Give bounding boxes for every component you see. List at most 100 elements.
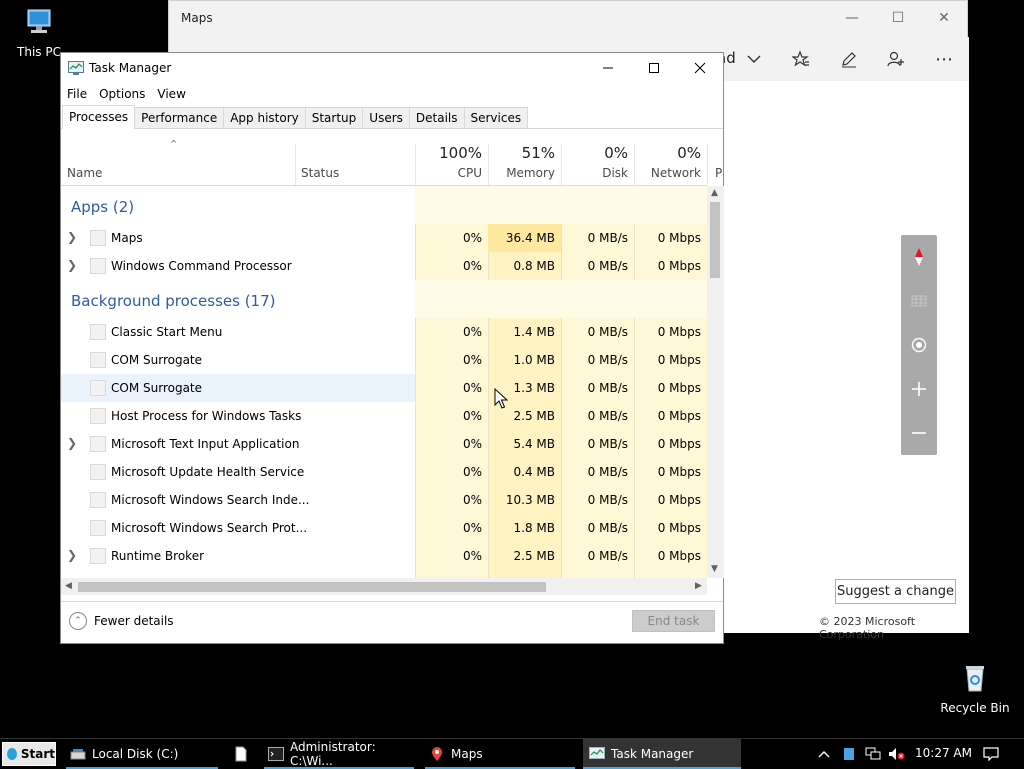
- column-partial-header[interactable]: P: [707, 144, 723, 185]
- process-row[interactable]: ❯ Microsoft Text Input Application 0% 5.4 M…: [61, 430, 707, 458]
- process-memory: 10.3 MB: [505, 493, 555, 507]
- expand-chevron-icon[interactable]: ❯: [67, 230, 77, 244]
- tray-overflow-chevron-icon[interactable]: [818, 739, 834, 769]
- tm-minimize-button[interactable]: [585, 53, 631, 83]
- process-cpu: 0%: [462, 231, 482, 245]
- process-disk: 0 MB/s: [587, 325, 628, 339]
- task-manager-icon: [589, 746, 605, 762]
- process-row[interactable]: COM Surrogate 0% 1.0 MB 0 MB/s 0 Mbps: [61, 346, 707, 374]
- maps-minimize-button[interactable]: —: [829, 1, 875, 35]
- recycle-bin-shortcut[interactable]: Recycle Bin: [937, 662, 1013, 715]
- column-memory-header[interactable]: 51% Memory: [488, 144, 561, 185]
- maps-close-button[interactable]: ✕: [921, 1, 967, 35]
- process-name: Windows Command Processor: [111, 259, 292, 273]
- fewer-details-link[interactable]: Fewer details: [94, 614, 174, 628]
- process-row[interactable]: Classic Start Menu 0% 1.4 MB 0 MB/s 0 Mbps: [61, 318, 707, 346]
- column-network-header[interactable]: 0% Network: [634, 144, 707, 185]
- process-memory: 2.5 MB: [513, 409, 555, 423]
- process-cpu: 0%: [462, 465, 482, 479]
- scroll-up-icon[interactable]: ▲: [711, 188, 718, 198]
- column-cpu-header[interactable]: 100% CPU: [415, 144, 488, 185]
- group-background-title[interactable]: Background processes (17): [71, 292, 276, 310]
- process-network: 0 Mbps: [657, 521, 701, 535]
- add-person-icon[interactable]: [881, 45, 911, 73]
- process-name: COM Surrogate: [111, 381, 203, 395]
- scroll-left-icon[interactable]: ◀: [65, 581, 72, 591]
- process-name: COM Surrogate: [111, 353, 203, 367]
- tab-users[interactable]: Users: [362, 107, 410, 129]
- zoom-in-icon[interactable]: [901, 367, 937, 411]
- column-name-header[interactable]: ⌃ Name: [61, 138, 295, 185]
- maps-titlebar[interactable]: Maps — ☐ ✕: [169, 1, 967, 37]
- taskbar-clock[interactable]: 10:27 AM: [915, 746, 972, 760]
- process-cpu: 0%: [462, 493, 482, 507]
- mouse-cursor-icon: [494, 388, 508, 409]
- expand-chevron-icon[interactable]: ❯: [67, 548, 77, 562]
- process-row[interactable]: Microsoft Windows Search Inde... 0% 10.3 M…: [61, 486, 707, 514]
- process-row[interactable]: ❯ Runtime Broker 0% 2.5 MB 0 MB/s 0 Mbps: [61, 542, 707, 570]
- menu-file[interactable]: File: [67, 87, 93, 101]
- process-name: Microsoft Text Input Application: [111, 437, 300, 451]
- process-name: Classic Start Menu: [111, 325, 223, 339]
- tab-services[interactable]: Services: [463, 107, 529, 129]
- end-task-button[interactable]: End task: [632, 610, 715, 632]
- process-disk: 0 MB/s: [587, 549, 628, 563]
- process-row[interactable]: COM Surrogate 0% 1.3 MB 0 MB/s 0 Mbps: [61, 374, 707, 402]
- start-button[interactable]: Start: [2, 742, 56, 766]
- horizontal-scroll-thumb[interactable]: [78, 582, 546, 592]
- process-network: 0 Mbps: [657, 381, 701, 395]
- disk-total-percent: 0%: [604, 144, 628, 162]
- column-status-header[interactable]: Status: [295, 144, 415, 185]
- process-network: 0 Mbps: [657, 409, 701, 423]
- volume-muted-icon[interactable]: [888, 739, 906, 769]
- group-apps-title[interactable]: Apps (2): [71, 198, 134, 216]
- favorites-icon[interactable]: [786, 45, 816, 73]
- expand-chevron-icon[interactable]: ❯: [67, 436, 77, 450]
- process-row[interactable]: Microsoft Windows Search Prot... 0% 1.8 MB…: [61, 514, 707, 542]
- zoom-out-icon[interactable]: [901, 411, 937, 455]
- process-row[interactable]: Host Process for Windows Tasks 0% 2.5 MB 0 …: [61, 402, 707, 430]
- notifications-icon[interactable]: [983, 739, 1001, 769]
- network-icon[interactable]: [865, 739, 881, 769]
- tab-processes[interactable]: Processes: [62, 105, 136, 129]
- menu-options[interactable]: Options: [99, 87, 151, 101]
- horizontal-scrollbar[interactable]: ◀ ▶: [61, 578, 707, 595]
- process-disk: 0 MB/s: [587, 437, 628, 451]
- taskbar-item-local-disk[interactable]: Local Disk (C:): [66, 739, 218, 769]
- maps-maximize-button[interactable]: ☐: [875, 1, 921, 35]
- more-options-icon[interactable]: ⋯: [929, 45, 959, 73]
- tab-performance[interactable]: Performance: [134, 107, 225, 129]
- process-icon: [90, 258, 106, 274]
- column-disk-header[interactable]: 0% Disk: [561, 144, 634, 185]
- taskbar-item-command-prompt[interactable]: Administrator: C:\Wi...: [264, 739, 414, 769]
- vertical-scrollbar[interactable]: ▲ ▼: [707, 186, 724, 578]
- vertical-scroll-thumb[interactable]: [710, 202, 720, 278]
- tm-close-button[interactable]: [677, 53, 723, 83]
- expand-chevron-icon[interactable]: ❯: [67, 258, 77, 272]
- suggest-change-button[interactable]: Suggest a change: [835, 579, 956, 604]
- tab-details[interactable]: Details: [408, 107, 465, 129]
- chevron-down-icon[interactable]: [739, 45, 769, 73]
- tab-app-history[interactable]: App history: [223, 107, 306, 129]
- recycle-bin-label: Recycle Bin: [940, 701, 1010, 715]
- ink-pen-icon[interactable]: [834, 45, 864, 73]
- start-logo-icon: [7, 748, 17, 760]
- tray-app-icon[interactable]: [843, 739, 857, 769]
- compass-icon[interactable]: [901, 235, 937, 279]
- process-row[interactable]: Microsoft Update Health Service 0% 0.4 MB 0…: [61, 458, 707, 486]
- 3d-grid-icon[interactable]: [901, 279, 937, 323]
- task-manager-titlebar[interactable]: Task Manager: [61, 53, 723, 83]
- scroll-right-icon[interactable]: ▶: [695, 581, 702, 591]
- menu-view[interactable]: View: [157, 87, 191, 101]
- process-memory: 1.0 MB: [513, 353, 555, 367]
- taskbar-item-notepad[interactable]: [234, 739, 254, 769]
- process-row[interactable]: ❯ Maps 0% 36.4 MB 0 MB/s 0 Mbps: [61, 224, 707, 252]
- my-location-icon[interactable]: [901, 323, 937, 367]
- tab-startup[interactable]: Startup: [304, 107, 364, 129]
- taskbar-item-task-manager[interactable]: Task Manager: [583, 739, 741, 769]
- taskbar-item-maps[interactable]: Maps: [425, 739, 575, 769]
- collapse-chevron-icon[interactable]: ⌃: [69, 612, 87, 630]
- tm-maximize-button[interactable]: [631, 53, 677, 83]
- scroll-down-icon[interactable]: ▼: [711, 564, 718, 574]
- process-row[interactable]: ❯ Windows Command Processor 0% 0.8 MB 0 MB/s…: [61, 252, 707, 280]
